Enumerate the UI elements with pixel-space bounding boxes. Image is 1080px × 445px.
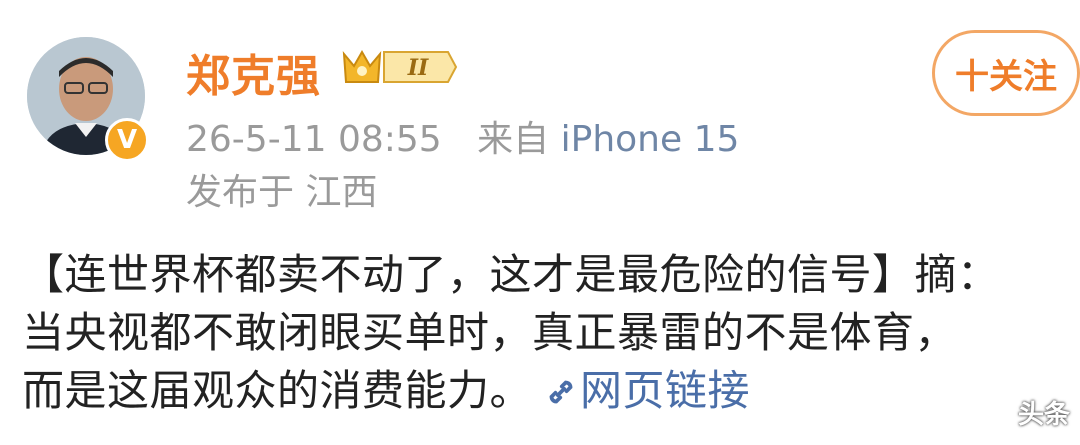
verified-v-icon: V — [105, 118, 149, 162]
vip-crown-badge-icon: II — [342, 49, 458, 83]
post-datetime: 26-5-11 08:55 — [186, 119, 442, 160]
post-location: 发布于 江西 — [186, 172, 378, 213]
source-device: iPhone 15 — [560, 119, 740, 160]
source-prefix: 来自 — [477, 119, 550, 160]
watermark: 头条 — [1017, 400, 1070, 430]
content-line: 而是这届观众的消费能力。 — [22, 366, 533, 415]
content-line: 当央视都不敢闭眼买单时，真正暴雷的不是体育， — [22, 308, 958, 357]
vip-level-text: II — [407, 55, 429, 81]
post-content: 【连世界杯都卖不动了，这才是最危险的信号】摘： 当央视都不敢闭眼买单时，真正暴雷… — [22, 246, 1080, 420]
web-link[interactable]: 网页链接 — [532, 366, 750, 415]
content-line-with-link: 而是这届观众的消费能力。 网页链接 — [22, 362, 1080, 420]
follow-button[interactable]: 十关注 — [932, 30, 1080, 116]
post-meta: 26-5-11 08:55 来自 iPhone 15 — [186, 110, 739, 162]
web-link-label: 网页链接 — [580, 366, 751, 415]
content-line: 【连世界杯都卖不动了，这才是最危险的信号】摘： — [22, 250, 1000, 299]
author-name[interactable]: 郑克强 — [186, 40, 321, 104]
link-icon — [549, 380, 573, 404]
